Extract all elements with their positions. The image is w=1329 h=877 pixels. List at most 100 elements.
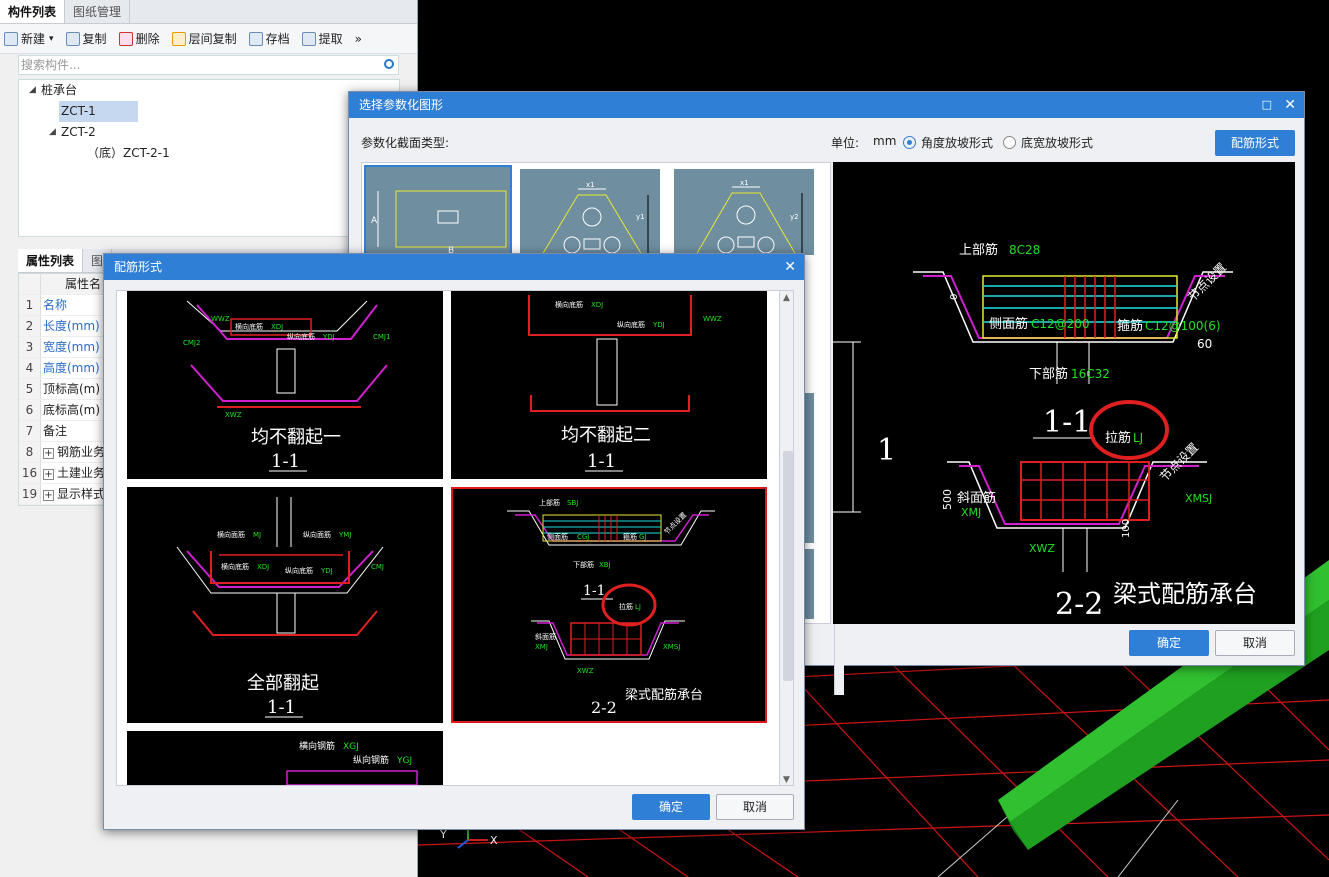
svg-text:纵向钢筋: 纵向钢筋 xyxy=(353,754,389,766)
rebar-form-item-selected[interactable]: 上部筋 SBJ 侧面筋 CGJ 箍筋 GJ 下部筋 XBJ 1-1 拉筋 LJ … xyxy=(451,487,767,723)
rebar-form-drawing: 横向底筋 XDJ 纵向底筋 YDJ CMJ2 CMJ1 XWZ WWZ 均不翻起… xyxy=(183,300,390,472)
tab-property-list[interactable]: 属性列表 xyxy=(18,249,84,272)
svg-text:100: 100 xyxy=(1121,519,1132,538)
component-search-input[interactable]: 搜索构件... xyxy=(18,55,399,75)
svg-text:下部筋: 下部筋 xyxy=(1029,366,1068,382)
archive-icon xyxy=(248,31,263,46)
svg-text:斜面筋: 斜面筋 xyxy=(957,490,996,506)
search-icon[interactable] xyxy=(384,59,394,69)
expand-icon[interactable]: ◢ xyxy=(49,122,56,143)
param-ok-button[interactable]: 确定 xyxy=(1129,630,1209,656)
rebar-form-item[interactable]: 横向钢筋 XGJ 纵向钢筋 YGJ xyxy=(127,731,443,785)
svg-text:均不翻起一: 均不翻起一 xyxy=(251,427,341,448)
svg-text:CGJ: CGJ xyxy=(577,533,589,541)
expand-plus-icon[interactable]: + xyxy=(43,490,54,501)
close-icon[interactable]: ✕ xyxy=(784,254,796,280)
svg-text:y1: y1 xyxy=(636,213,645,221)
rebar-grid-scrollbar[interactable]: ▲ ▼ xyxy=(779,291,793,785)
tab-drawing-management[interactable]: 图纸管理 xyxy=(65,0,131,23)
svg-text:XWZ: XWZ xyxy=(577,667,594,675)
section-thumb-triangle-2[interactable]: x1 y2 xyxy=(674,169,814,256)
svg-text:梁式配筋承台: 梁式配筋承台 xyxy=(625,687,703,703)
svg-text:XBJ: XBJ xyxy=(599,561,611,569)
archive-button[interactable]: 存档 xyxy=(248,30,290,47)
svg-text:B: B xyxy=(448,246,454,253)
svg-text:XGJ: XGJ xyxy=(343,742,359,752)
rebar-cancel-button[interactable]: 取消 xyxy=(716,794,794,820)
section-type-label: 参数化截面类型: xyxy=(361,136,450,150)
svg-text:x1: x1 xyxy=(740,179,749,187)
svg-text:横向底筋: 横向底筋 xyxy=(555,300,583,309)
svg-text:1-1: 1-1 xyxy=(267,697,296,718)
svg-text:2-2: 2-2 xyxy=(1055,587,1103,622)
svg-text:侧面筋: 侧面筋 xyxy=(547,532,568,541)
svg-text:CMJ2: CMJ2 xyxy=(183,339,200,347)
tree-item-zct2-1[interactable]: （底）ZCT-2-1 xyxy=(19,143,399,164)
svg-text:16C32: 16C32 xyxy=(1071,367,1110,381)
svg-text:拉筋: 拉筋 xyxy=(619,602,633,611)
svg-text:横向底筋: 横向底筋 xyxy=(221,562,249,571)
scroll-down-icon[interactable]: ▼ xyxy=(783,775,790,785)
radio-angle[interactable]: 角度放坡形式 xyxy=(903,134,993,151)
expand-icon[interactable]: ◢ xyxy=(29,80,36,101)
svg-text:横向底筋: 横向底筋 xyxy=(235,322,263,331)
floor-copy-icon xyxy=(171,31,186,46)
svg-text:拉筋: 拉筋 xyxy=(1105,430,1131,446)
section-thumb-triangle-1[interactable]: x1 y1 xyxy=(520,169,660,256)
svg-text:2-2: 2-2 xyxy=(591,698,617,717)
svg-text:WWZ: WWZ xyxy=(703,315,722,323)
delete-icon xyxy=(118,31,133,46)
svg-text:500: 500 xyxy=(941,489,954,510)
svg-text:1: 1 xyxy=(877,433,896,468)
svg-text:0: 0 xyxy=(949,294,960,300)
svg-text:X: X xyxy=(490,834,498,847)
svg-text:CMJ: CMJ xyxy=(371,563,384,571)
svg-text:XWZ: XWZ xyxy=(1029,542,1055,555)
svg-text:纵向底筋: 纵向底筋 xyxy=(617,320,645,329)
floor-copy-button[interactable]: 层间复制 xyxy=(171,30,237,47)
svg-text:CMJ1: CMJ1 xyxy=(373,333,390,341)
rebar-form-drawing: 横向面筋 MJ 纵向面筋 YMJ 横向底筋 XDJ 纵向底筋 YDJ CMJ 全… xyxy=(176,497,384,718)
svg-text:GJ: GJ xyxy=(639,533,647,541)
svg-text:1-1: 1-1 xyxy=(587,451,616,472)
tree-item-zct2[interactable]: ◢ ZCT-2 xyxy=(19,122,399,143)
component-tabs: 构件列表 图纸管理 xyxy=(0,0,417,24)
axis-gizmo-icon: Y X xyxy=(439,828,498,849)
component-tree: ◢ 桩承台 ZCT-1 ◢ ZCT-2 （底）ZCT-2-1 xyxy=(18,79,400,237)
tree-item-zct1[interactable]: ZCT-1 xyxy=(19,101,399,122)
rebar-form-drawing: 上部筋 SBJ 侧面筋 CGJ 箍筋 GJ 下部筋 XBJ 1-1 拉筋 LJ … xyxy=(507,498,715,717)
rebar-form-item[interactable]: 横向底筋 XDJ 纵向底筋 YDJ CMJ2 CMJ1 XWZ WWZ 均不翻起… xyxy=(127,291,443,479)
svg-text:纵向底筋: 纵向底筋 xyxy=(287,332,315,341)
rebar-form-item[interactable]: 横向面筋 MJ 纵向面筋 YMJ 横向底筋 XDJ 纵向底筋 YDJ CMJ 全… xyxy=(127,487,443,723)
scroll-up-icon[interactable]: ▲ xyxy=(783,293,790,303)
param-cancel-button[interactable]: 取消 xyxy=(1215,630,1295,656)
scroll-thumb[interactable] xyxy=(783,451,793,681)
section-thumb-rect[interactable]: A B xyxy=(364,165,512,256)
tab-component-list[interactable]: 构件列表 xyxy=(0,0,66,23)
extract-button[interactable]: 提取 xyxy=(301,30,343,47)
svg-text:A: A xyxy=(371,216,378,226)
svg-text:1-1: 1-1 xyxy=(271,451,300,472)
dropdown-arrow-icon: ▾ xyxy=(49,33,54,44)
expand-plus-icon[interactable]: + xyxy=(43,469,54,480)
maximize-icon[interactable]: □ xyxy=(1262,92,1272,118)
tree-item-pile-cap[interactable]: ◢ 桩承台 xyxy=(19,80,399,101)
rebar-form-button[interactable]: 配筋形式 xyxy=(1215,130,1295,156)
svg-text:WWZ: WWZ xyxy=(211,315,230,323)
component-toolbar: 新建 ▾ 复制 删除 层间复制 存档 提取 » xyxy=(0,24,417,54)
rebar-form-item[interactable]: 横向底筋 XDJ 纵向底筋 YDJ WWZ 均不翻起二 1-1 xyxy=(451,291,767,479)
new-button[interactable]: 新建 ▾ xyxy=(4,30,54,47)
svg-text:XMJ: XMJ xyxy=(535,643,548,651)
svg-text:XDJ: XDJ xyxy=(591,301,603,309)
close-icon[interactable]: ✕ xyxy=(1284,92,1296,118)
copy-button[interactable]: 复制 xyxy=(65,30,107,47)
radio-width[interactable]: 底宽放坡形式 xyxy=(1003,134,1093,151)
more-toolbar-button[interactable]: » xyxy=(355,32,362,46)
preview-drawing: 1 上部筋 8C28 侧面筋 C12@200 箍筋 C12@100(6) 下部筋… xyxy=(833,242,1257,622)
expand-plus-icon[interactable]: + xyxy=(43,448,54,459)
svg-text:梁式配筋承台: 梁式配筋承台 xyxy=(1113,580,1257,608)
rebar-ok-button[interactable]: 确定 xyxy=(632,794,710,820)
delete-button[interactable]: 删除 xyxy=(118,30,160,47)
svg-text:纵向底筋: 纵向底筋 xyxy=(285,566,313,575)
svg-text:YDJ: YDJ xyxy=(322,333,335,341)
